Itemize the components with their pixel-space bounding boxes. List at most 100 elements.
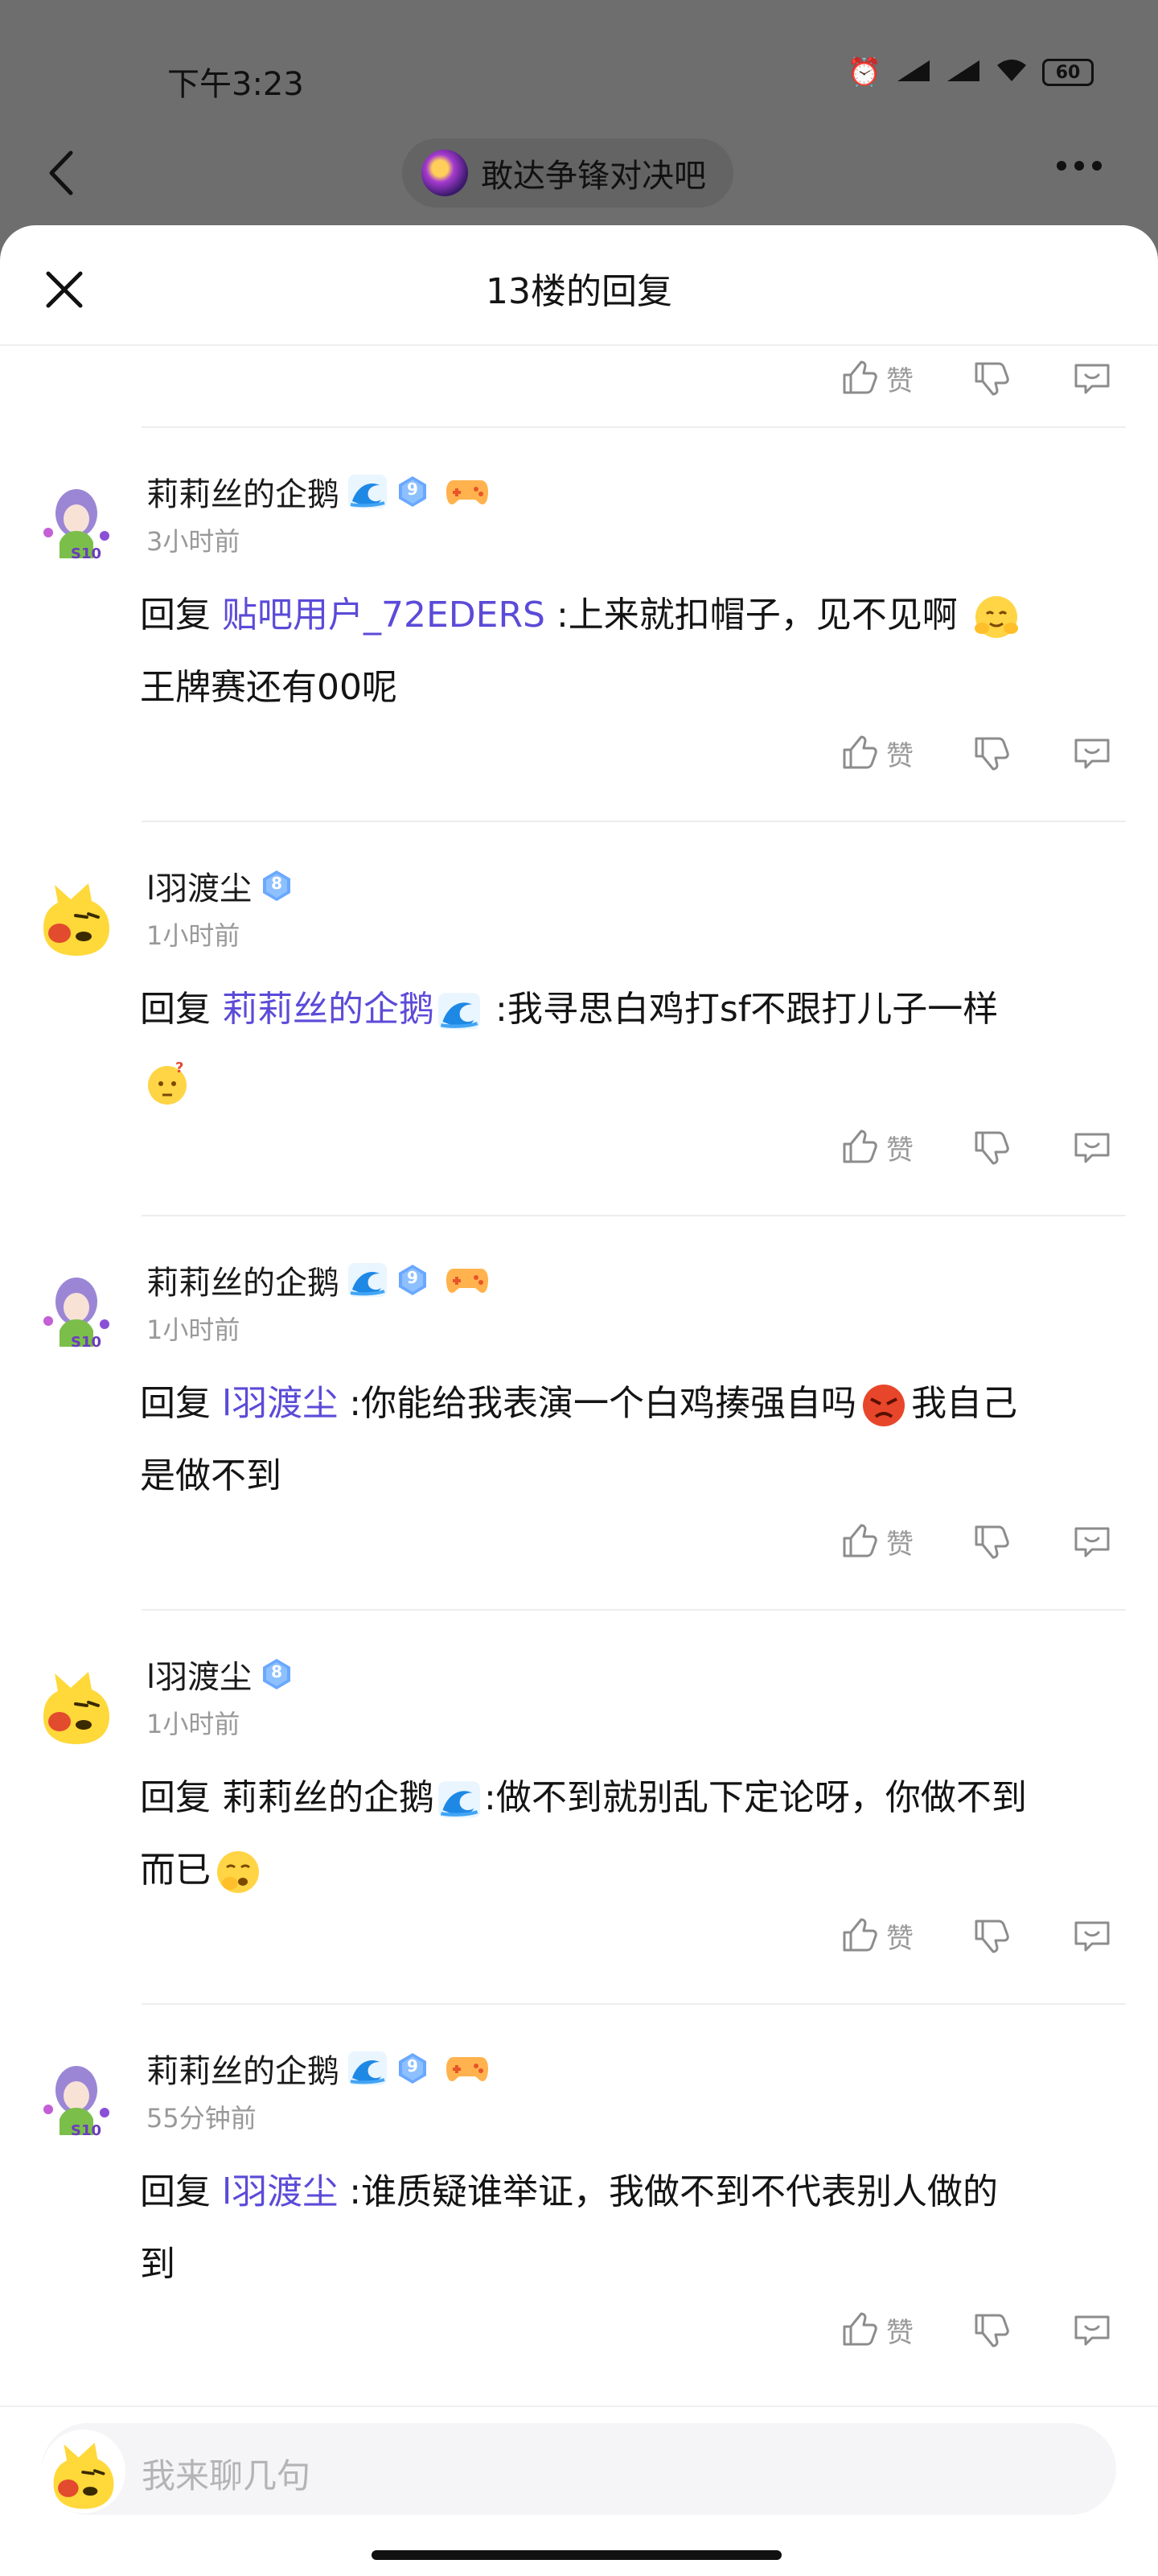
alarm-icon: ⏰ — [847, 56, 881, 88]
gamepad-icon — [446, 1264, 489, 1296]
username[interactable]: 莉莉丝的企鹅 — [146, 2045, 339, 2092]
comment-item: 莉莉丝的企鹅 9 55分钟前 回复 l羽渡尘 :谁质疑谁举证，我做不到不代表别人… — [0, 2003, 1158, 2397]
level-badge: 8 — [260, 1657, 294, 1691]
thumbs-up-icon — [838, 1520, 880, 1562]
comment-body-line2: 是做不到 — [140, 1455, 281, 1496]
comment-body: :你能给我表演一个白鸡揍强自吗 — [349, 1383, 857, 1424]
thumbs-down-icon[interactable] — [970, 732, 1012, 774]
input-placeholder: 我来聊几句 — [142, 2456, 311, 2496]
like-label: 赞 — [886, 739, 914, 772]
comment-text: 回复 l羽渡尘 :谁质疑谁举证，我做不到不代表别人做的 到 — [140, 2156, 1126, 2301]
comment-actions: 赞 — [838, 1520, 1113, 1562]
timestamp: 3小时前 — [146, 526, 240, 557]
reply-mention[interactable]: 莉莉丝的企鹅 — [222, 989, 434, 1030]
like-button[interactable]: 赞 — [838, 1126, 914, 1168]
reply-prefix: 回复 — [140, 1777, 211, 1818]
thumbs-up-icon — [838, 732, 880, 774]
username-row: l羽渡尘 8 — [146, 862, 294, 909]
more-dot-icon — [1057, 161, 1066, 171]
replies-sheet: 13楼的回复 赞 莉莉丝的企鹅 9 3小时前 回复 贴吧用户_72EDERS:… — [0, 225, 1158, 2574]
username-row: 莉莉丝的企鹅 9 — [146, 468, 489, 515]
avatar[interactable] — [31, 869, 122, 961]
reply-mention[interactable]: l羽渡尘 — [222, 1383, 338, 1424]
thumbs-down-icon[interactable] — [970, 2309, 1012, 2351]
username-row: 莉莉丝的企鹅 9 — [146, 2045, 489, 2092]
like-button[interactable]: 赞 — [838, 2309, 914, 2351]
comment-item: l羽渡尘 8 1小时前 回复 莉莉丝的企鹅:做不到就别乱下定论呀，你做不到 而已… — [0, 1609, 1158, 2003]
comment-body-line2: 而已 — [140, 1850, 211, 1891]
level-badge: 8 — [260, 869, 294, 903]
comment-actions: 赞 — [838, 357, 1113, 399]
like-button[interactable]: 赞 — [838, 1520, 914, 1562]
like-button[interactable]: 赞 — [838, 732, 914, 774]
more-dot-icon — [1074, 161, 1084, 171]
comment-text: 回复 l羽渡尘 :你能给我表演一个白鸡揍强自吗 我自己 是做不到 — [140, 1368, 1126, 1512]
like-label: 赞 — [886, 1134, 914, 1167]
avatar[interactable] — [31, 1263, 122, 1355]
timestamp: 1小时前 — [146, 1315, 240, 1345]
more-button[interactable] — [1057, 161, 1102, 171]
thumbs-down-icon[interactable] — [970, 1915, 1012, 1957]
back-button[interactable] — [42, 145, 82, 201]
level-number: 9 — [407, 479, 418, 499]
status-icons: ⏰ 60 — [848, 56, 1094, 88]
comment-body: :上来就扣帽子，见不见啊 — [556, 595, 958, 636]
reply-prefix: 回复 — [140, 1383, 211, 1424]
like-button[interactable]: 赞 — [838, 1915, 914, 1957]
reply-icon[interactable] — [1071, 1915, 1113, 1957]
reply-mention[interactable]: l羽渡尘 — [222, 2171, 338, 2212]
comment-actions: 赞 — [838, 732, 1113, 774]
avatar[interactable] — [31, 475, 122, 566]
thumbs-down-icon[interactable] — [970, 1126, 1012, 1168]
timestamp: 55分钟前 — [146, 2103, 257, 2134]
comment-text: 回复 莉莉丝的企鹅 :我寻思白鸡打sf不跟打儿子一样 — [140, 973, 1126, 1118]
reply-prefix: 回复 — [140, 2171, 211, 2212]
username[interactable]: l羽渡尘 — [146, 862, 252, 909]
reply-mention[interactable]: 贴吧用户_72EDERS — [222, 595, 545, 636]
reply-icon[interactable] — [1071, 357, 1113, 399]
thumbs-down-icon[interactable] — [970, 1520, 1012, 1562]
timestamp: 1小时前 — [146, 920, 240, 951]
username[interactable]: l羽渡尘 — [146, 1651, 252, 1697]
username[interactable]: 莉莉丝的企鹅 — [146, 1257, 339, 1303]
signal-icon-2 — [946, 59, 981, 86]
thumbs-up-icon — [838, 357, 880, 399]
reply-icon[interactable] — [1071, 1520, 1113, 1562]
yawn-emoji-icon — [214, 1848, 262, 1896]
gamepad-icon — [446, 2052, 489, 2084]
thumbs-up-icon — [838, 1126, 880, 1168]
username-row: l羽渡尘 8 — [146, 1651, 294, 1697]
comment-item: 莉莉丝的企鹅 9 1小时前 回复 l羽渡尘 :你能给我表演一个白鸡揍强自吗 我自己… — [0, 1215, 1158, 1609]
reply-icon[interactable] — [1071, 732, 1113, 774]
reply-mention[interactable]: 莉莉丝的企鹅 — [222, 1777, 434, 1818]
reply-icon[interactable] — [1071, 1126, 1113, 1168]
hug-emoji-icon — [972, 593, 1020, 641]
comment-text: 回复 莉莉丝的企鹅:做不到就别乱下定论呀，你做不到 而已 — [140, 1762, 1126, 1907]
like-label: 赞 — [886, 364, 914, 397]
username-row: 莉莉丝的企鹅 9 — [146, 1257, 489, 1303]
like-label: 赞 — [886, 1528, 914, 1561]
like-label: 赞 — [886, 1922, 914, 1955]
like-button[interactable]: 赞 — [838, 357, 914, 399]
wifi-icon — [996, 59, 1028, 86]
comment-actions: 赞 — [838, 2309, 1113, 2351]
avatar[interactable] — [31, 2051, 122, 2143]
thumbs-up-icon — [838, 1915, 880, 1957]
sheet-header: 13楼的回复 — [0, 225, 1158, 346]
reply-prefix: 回复 — [140, 595, 211, 636]
level-number: 9 — [407, 1268, 418, 1287]
reply-prefix: 回复 — [140, 989, 211, 1030]
status-bar: 下午3:23 ⏰ 60 — [0, 0, 1158, 153]
username[interactable]: 莉莉丝的企鹅 — [146, 468, 339, 515]
battery-indicator: 60 — [1042, 59, 1094, 86]
comment-body: :我寻思白鸡打sf不跟打儿子一样 — [495, 989, 999, 1030]
wave-icon — [437, 1780, 481, 1819]
comment-body-line2: 到 — [140, 2244, 175, 2285]
avatar[interactable] — [31, 1657, 122, 1749]
thumbs-down-icon[interactable] — [970, 357, 1012, 399]
comment-actions: 赞 — [838, 1915, 1113, 1957]
reply-icon[interactable] — [1071, 2309, 1113, 2351]
chevron-left-icon — [49, 150, 73, 195]
my-avatar — [42, 2430, 125, 2513]
forum-title-pill[interactable]: 敢达争锋对决吧 — [402, 138, 733, 208]
